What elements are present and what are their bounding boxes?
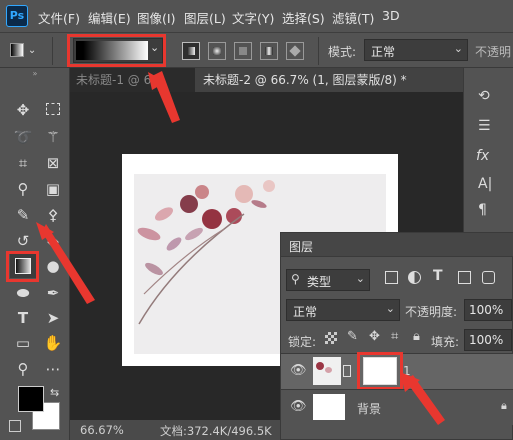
annotation-arrows <box>36 71 445 425</box>
annotation-arrow <box>42 224 95 304</box>
foreground-color-swatch[interactable] <box>18 386 44 412</box>
